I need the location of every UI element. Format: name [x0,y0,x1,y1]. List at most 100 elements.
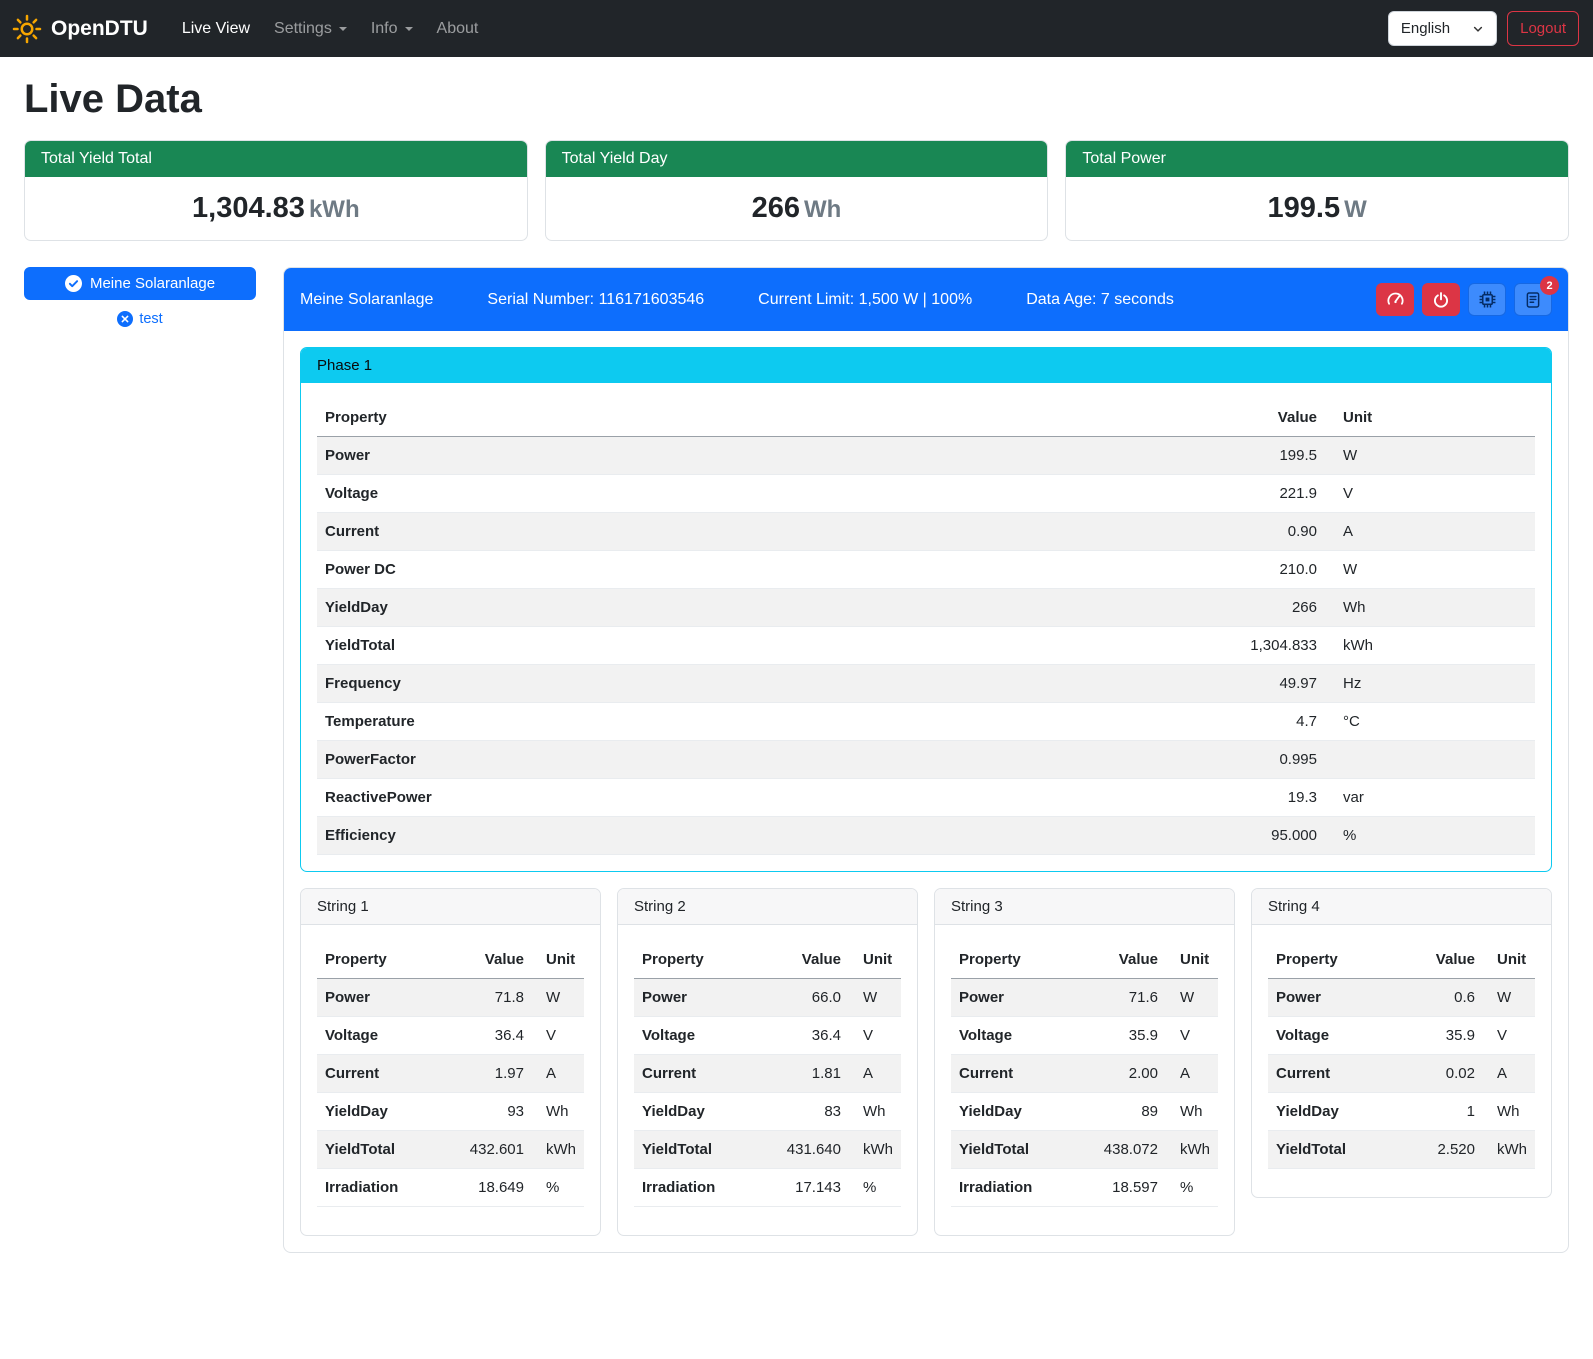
device-info-button[interactable] [1468,283,1506,316]
table-row: PowerFactor 0.995 [317,741,1535,779]
nav-settings-label: Settings [274,20,332,38]
unit-cell: V [1483,1017,1535,1055]
property-cell: YieldDay [317,589,1185,627]
table-row: Irradiation 18.597 % [951,1169,1218,1207]
nav-about[interactable]: About [425,12,491,46]
unit-cell: kWh [849,1131,901,1169]
unit-cell: Wh [532,1093,584,1131]
value-cell: 4.7 [1185,703,1325,741]
table-row: YieldTotal 1,304.833 kWh [317,627,1535,665]
column-unit: Unit [1483,941,1535,979]
table-header-row: Property Value Unit [951,941,1218,979]
property-cell: YieldDay [951,1093,1092,1131]
property-cell: YieldTotal [317,627,1185,665]
table-row: YieldDay 89 Wh [951,1093,1218,1131]
value-cell: 199.5 [1185,437,1325,475]
unit-cell: W [1166,979,1218,1017]
speedometer-icon [1386,290,1405,309]
property-cell: Current [317,513,1185,551]
value-cell: 66.0 [775,979,849,1017]
string-table: Property Value Unit Power 66.0 W [634,941,901,1207]
value-cell: 18.649 [458,1169,532,1207]
unit-cell: W [1325,437,1535,475]
cpu-icon [1478,290,1497,309]
string-table: Property Value Unit Power 0.6 W [1268,941,1535,1169]
brand-logo[interactable]: OpenDTU [12,14,148,44]
phase-card-title: Phase 1 [301,348,1551,383]
unit-cell: V [1325,475,1535,513]
phase-card: Phase 1 Property Value Unit Po [300,347,1552,872]
property-cell: Current [951,1055,1092,1093]
value-cell: 266 [1185,589,1325,627]
current-limit: Current Limit: 1,500 W | 100% [758,291,972,309]
table-row: YieldDay 83 Wh [634,1093,901,1131]
column-value: Value [458,941,532,979]
unit-cell: % [1325,817,1535,855]
sidebar-item-meine-solaranlage[interactable]: Meine Solaranlage [24,267,256,300]
table-row: Power 0.6 W [1268,979,1535,1017]
logout-button[interactable]: Logout [1507,11,1579,46]
navbar-right: English Logout [1388,11,1579,46]
table-row: YieldDay 266 Wh [317,589,1535,627]
summary-value: 1,304.83 [192,192,305,224]
summary-card-title: Total Power [1066,141,1568,177]
property-cell: Power [1268,979,1409,1017]
string-card-body: Property Value Unit Power 71.6 W [935,925,1234,1235]
column-unit: Unit [849,941,901,979]
table-row: Frequency 49.97 Hz [317,665,1535,703]
column-property: Property [317,399,1185,437]
table-row: Power DC 210.0 W [317,551,1535,589]
value-cell: 432.601 [458,1131,532,1169]
property-cell: Voltage [1268,1017,1409,1055]
value-cell: 49.97 [1185,665,1325,703]
summary-card-title: Total Yield Day [546,141,1048,177]
language-value: English [1401,20,1450,37]
summary-card-body: 266Wh [546,177,1048,240]
page-title: Live Data [0,77,1593,122]
column-unit: Unit [1325,399,1535,437]
sidebar-item-test[interactable]: test [24,311,256,327]
property-cell: Efficiency [317,817,1185,855]
table-row: YieldTotal 431.640 kWh [634,1131,901,1169]
string-card-body: Property Value Unit Power 66.0 W [618,925,917,1235]
serial-number: Serial Number: 116171603546 [487,291,704,309]
unit-cell: Wh [1166,1093,1218,1131]
unit-cell: Wh [1325,589,1535,627]
value-cell: 0.90 [1185,513,1325,551]
table-header-row: Property Value Unit [317,941,584,979]
table-row: Irradiation 17.143 % [634,1169,901,1207]
event-log-button[interactable]: 2 [1514,283,1552,316]
property-cell: Temperature [317,703,1185,741]
table-row: Power 71.8 W [317,979,584,1017]
nav-info[interactable]: Info [359,12,425,46]
sidebar-item-label: Meine Solaranlage [90,275,215,292]
limit-settings-button[interactable] [1376,283,1414,316]
power-button[interactable] [1422,283,1460,316]
table-row: Voltage 36.4 V [634,1017,901,1055]
property-cell: Voltage [951,1017,1092,1055]
column-property: Property [951,941,1092,979]
nav-live-view[interactable]: Live View [170,12,262,46]
property-cell: Current [1268,1055,1409,1093]
column-property: Property [634,941,775,979]
value-cell: 431.640 [775,1131,849,1169]
summary-card: Total Power 199.5W [1065,140,1569,241]
language-select[interactable]: English [1388,11,1497,46]
property-cell: Power [317,979,458,1017]
value-cell: 221.9 [1185,475,1325,513]
value-cell: 93 [458,1093,532,1131]
table-row: Temperature 4.7 °C [317,703,1535,741]
nav-settings[interactable]: Settings [262,12,359,46]
summary-unit: W [1344,196,1367,223]
unit-cell: V [849,1017,901,1055]
string-card-2: String 2 Property Value Unit [617,888,918,1236]
value-cell: 1.81 [775,1055,849,1093]
property-cell: Irradiation [634,1169,775,1207]
phase-table: Property Value Unit Power 199.5 W [317,399,1535,855]
string-card-title: String 2 [618,889,917,925]
string-card-body: Property Value Unit Power 71.8 W [301,925,600,1235]
column-property: Property [317,941,458,979]
property-cell: PowerFactor [317,741,1185,779]
inverter-panel-header: Meine Solaranlage Serial Number: 1161716… [284,268,1568,331]
summary-card-body: 199.5W [1066,177,1568,240]
